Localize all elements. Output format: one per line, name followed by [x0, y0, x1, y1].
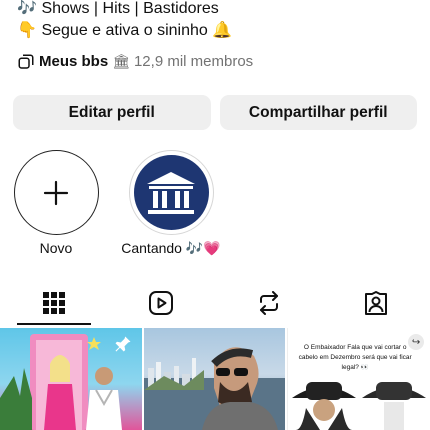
posts-grid: O Embaixador Fala que vai cortar o cabel… — [0, 328, 430, 430]
plus-icon — [43, 180, 69, 205]
bank-emoji: 🏛 — [112, 53, 130, 69]
highlight-cantando[interactable]: Cantando 🎶💗 — [119, 150, 223, 257]
edit-profile-button[interactable]: Editar perfil — [13, 95, 211, 130]
reel-indicator-icon: ↪ — [408, 334, 425, 350]
post-image-3 — [292, 382, 427, 430]
channel-members-count: 12,9 mil membros — [133, 53, 254, 70]
bio-line-1: 🎶 Shows | Hits | Bastidores — [17, 0, 417, 20]
music-notes-emoji: 🎶 — [17, 0, 37, 17]
bio-line-2: 👇 Segue e ativa o sininho 🔔 — [17, 20, 417, 42]
highlight-cover[interactable] — [128, 150, 214, 235]
tab-reposts[interactable] — [215, 281, 323, 325]
repost-icon — [259, 291, 278, 315]
highlight-label: Cantando 🎶💗 — [121, 240, 221, 256]
tagged-user-icon — [365, 291, 388, 315]
pinned-icon — [115, 336, 131, 352]
pointing-down-emoji: 👇 — [17, 22, 37, 39]
grid-icon — [42, 292, 65, 314]
tab-grid[interactable] — [0, 281, 108, 325]
profile-tabs — [0, 281, 430, 325]
bio-line-2-text: Segue e ativa o sininho — [41, 22, 208, 39]
post-thumbnail[interactable] — [143, 328, 286, 430]
profile-bio: 🎶 Shows | Hits | Bastidores 👇 Segue e at… — [17, 0, 417, 42]
broadcast-channel-icon — [17, 52, 36, 71]
tab-tagged[interactable] — [323, 281, 430, 325]
bell-emoji: 🔔 — [212, 22, 233, 39]
tab-reels[interactable] — [108, 281, 216, 325]
profile-actions: Editar perfil Compartilhar perfil — [13, 95, 417, 130]
post-thumbnail[interactable]: O Embaixador Fala que vai cortar o cabel… — [287, 328, 430, 430]
broadcast-channel-link[interactable]: Meus bbs 🏛 12,9 mil membros — [17, 52, 253, 71]
reels-icon — [149, 291, 174, 315]
bank-icon — [147, 171, 195, 214]
bio-line-1-text: Shows | Hits | Bastidores — [41, 0, 219, 17]
highlight-new[interactable]: Novo — [11, 150, 101, 257]
highlight-label: Novo — [39, 240, 73, 256]
post-image-2 — [143, 347, 286, 430]
post-thumbnail[interactable] — [0, 328, 142, 430]
story-highlights: Novo Cantando 🎶💗 — [11, 150, 223, 257]
new-highlight-circle[interactable] — [13, 150, 99, 235]
share-profile-button[interactable]: Compartilhar perfil — [219, 95, 417, 130]
channel-name: Meus bbs — [39, 53, 109, 70]
